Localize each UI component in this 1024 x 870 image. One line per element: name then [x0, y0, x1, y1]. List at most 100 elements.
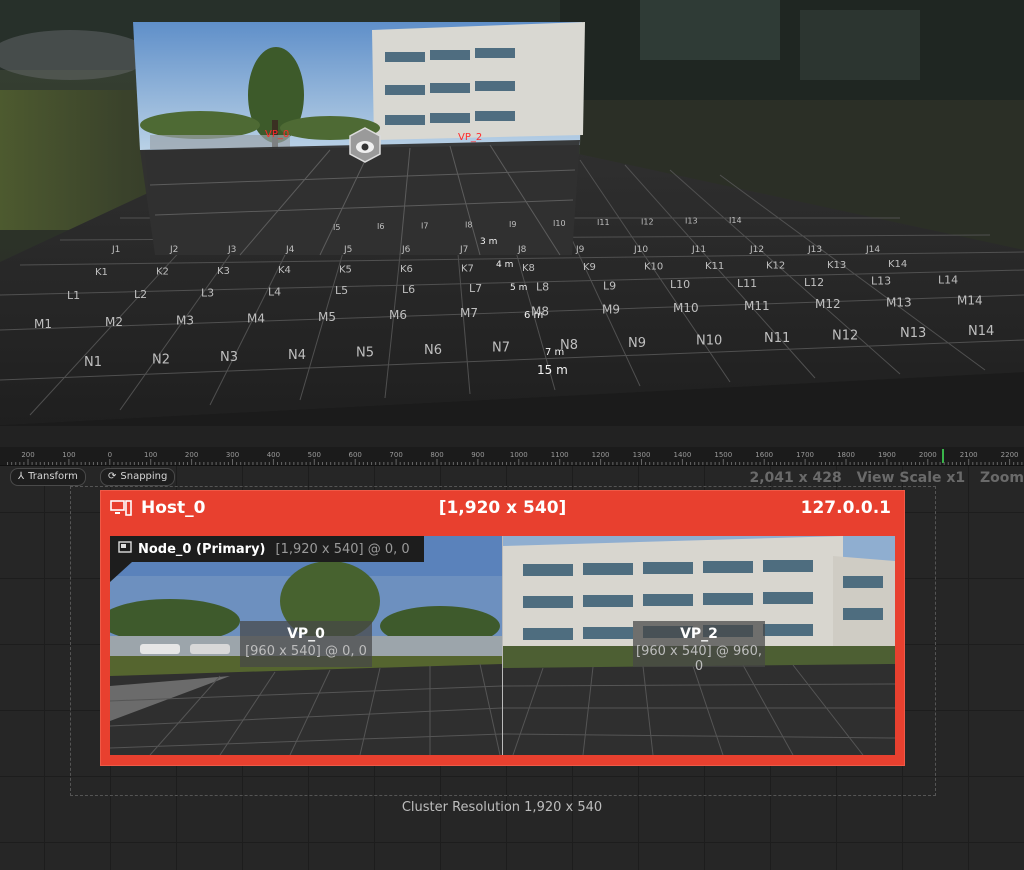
ruler-tick-label: 0	[108, 451, 112, 459]
grid-cell-label: I9	[509, 220, 516, 229]
grid-cell-label: L5	[335, 284, 348, 297]
host-header: Host_0 [1,920 x 540] 127.0.0.1	[100, 490, 905, 526]
3d-scene[interactable]: VP_0 VP_2 I5 I6 I7 I8 I9 I10 I11 I12 I13 I14 J1 J2…	[0, 0, 1024, 426]
transform-label: Transform	[28, 471, 78, 482]
grid-cell-label: M3	[176, 313, 194, 327]
grid-cell-label: L13	[871, 275, 891, 288]
cluster-canvas[interactable]: ⅄ Transform ⟳ Snapping 2,041 x 428 View …	[0, 466, 1024, 870]
viewport-divider	[502, 536, 503, 755]
grid-cell-label: M5	[318, 310, 336, 324]
ruler-tick-label: 300	[226, 451, 239, 459]
grid-cell-label: J12	[749, 245, 764, 255]
grid-cell-label: M11	[744, 299, 770, 313]
grid-cell-label: N11	[764, 331, 790, 346]
camera-eye-icon[interactable]	[349, 127, 381, 163]
ruler-tick-label: 600	[349, 451, 362, 459]
grid-cell-label: M2	[105, 315, 123, 329]
ruler-tick-label: 1700	[796, 451, 814, 459]
grid-cell-label: J4	[285, 245, 295, 255]
grid-cell-label: M14	[957, 294, 983, 308]
view-scale: View Scale x1	[856, 470, 966, 486]
grid-cell-label: I12	[641, 217, 654, 226]
grid-cell-label: N12	[832, 329, 858, 344]
grid-cell-label: J5	[343, 245, 352, 255]
host-card[interactable]: Host_0 [1,920 x 540] 127.0.0.1 Node_0 (P…	[100, 490, 905, 766]
grid-cell-label: J13	[807, 245, 822, 255]
grid-cell-label: J10	[633, 245, 648, 255]
distance-label: 15 m	[537, 363, 568, 377]
3d-viewport[interactable]: VP_0 VP_2 I5 I6 I7 I8 I9 I10 I11 I12 I13 I14 J1 J2…	[0, 0, 1024, 426]
transform-button[interactable]: ⅄ Transform	[10, 468, 86, 486]
grid-cell-label: L9	[603, 279, 616, 292]
ruler-tick-label: 400	[267, 451, 280, 459]
grid-cell-label: K6	[400, 264, 413, 275]
grid-cell-label: K3	[217, 266, 230, 277]
grid-cell-label: K5	[339, 265, 352, 276]
grid-cell-label: L3	[201, 287, 214, 300]
grid-cell-label: L2	[134, 288, 147, 301]
ruler-marker	[942, 449, 944, 463]
grid-cell-label: J11	[691, 245, 706, 255]
grid-cell-label: L7	[469, 282, 482, 295]
ruler-tick-label: 500	[308, 451, 321, 459]
vp0-name: VP_0	[287, 626, 325, 642]
viewport-vp0[interactable]: VP_0 [960 x 540] @ 0, 0	[110, 536, 502, 755]
grid-cell-label: J6	[401, 245, 411, 255]
magnet-icon: ⟳	[108, 471, 117, 482]
distance-label: 5 m	[510, 283, 527, 293]
grid-cell-label: K2	[156, 266, 169, 277]
node-name: Node_0 (Primary)	[138, 541, 266, 557]
grid-cell-label: N10	[696, 333, 722, 348]
host-ip: 127.0.0.1	[800, 498, 891, 518]
snapping-button[interactable]: ⟳ Snapping	[100, 468, 176, 486]
distance-label: 7 m	[545, 347, 564, 358]
node-card[interactable]: Node_0 (Primary) [1,920 x 540] @ 0, 0 VP…	[110, 536, 895, 755]
grid-cell-label: K12	[766, 260, 785, 271]
grid-cell-label: M1	[34, 317, 52, 331]
ruler-tick-label: 2100	[960, 451, 978, 459]
display-node-icon	[118, 541, 132, 557]
grid-cell-label: K4	[278, 265, 291, 276]
vp-marker-0: VP_0	[265, 129, 289, 140]
viewport-vp2[interactable]: VP_2 [960 x 540] @ 960, 0	[503, 536, 895, 755]
ruler-tick-label: 900	[471, 451, 484, 459]
ruler-tick-label: 2000	[919, 451, 937, 459]
grid-cell-label: N3	[220, 350, 238, 365]
grid-cell-label: N6	[424, 343, 442, 358]
distance-label: 6 m	[524, 310, 543, 321]
ruler-tick-label: 1200	[592, 451, 610, 459]
grid-cell-label: N7	[492, 341, 510, 356]
grid-cell-label: L8	[536, 281, 549, 294]
distance-label: 3 m	[480, 237, 497, 247]
grid-cell-label: J1	[111, 245, 120, 255]
grid-cell-label: J8	[517, 245, 527, 255]
zoom-label: Zoom	[980, 470, 1024, 486]
ruler-tick-label: 1600	[755, 451, 773, 459]
vp-marker-2: VP_2	[458, 132, 482, 143]
grid-cell-label: I10	[553, 219, 566, 228]
grid-cell-label: N5	[356, 345, 374, 360]
grid-cell-label: N13	[900, 326, 926, 341]
vp0-label: VP_0 [960 x 540] @ 0, 0	[240, 621, 372, 667]
vp2-name: VP_2	[680, 626, 718, 642]
transform-axes-icon: ⅄	[18, 471, 25, 482]
grid-cell-label: K8	[522, 263, 535, 274]
grid-cell-label: N2	[152, 353, 170, 368]
grid-cell-label: I13	[685, 217, 698, 226]
grid-cell-label: M12	[815, 297, 841, 311]
grid-cell-label: K10	[644, 262, 663, 273]
vp2-label: VP_2 [960 x 540] @ 960, 0	[633, 621, 765, 674]
ruler-tick-label: 100	[144, 451, 157, 459]
host-resolution: [1,920 x 540]	[438, 498, 567, 518]
grid-cell-label: M10	[673, 301, 699, 315]
grid-cell-label: L10	[670, 278, 690, 291]
grid-cell-label: I11	[597, 218, 610, 227]
ruler-tick-label: 2200	[1001, 451, 1019, 459]
grid-cell-label: M6	[389, 308, 407, 322]
grid-cell-label: M13	[886, 295, 912, 309]
node-info: [1,920 x 540] @ 0, 0	[275, 541, 410, 557]
grid-cell-label: M7	[460, 306, 478, 320]
cluster-resolution: Cluster Resolution 1,920 x 540	[401, 800, 603, 815]
ruler-tick-label: 1500	[714, 451, 732, 459]
horizontal-ruler[interactable]: 200 100 0 100 200 300 400 500 600 700 800 900 1000 11…	[0, 447, 1024, 466]
